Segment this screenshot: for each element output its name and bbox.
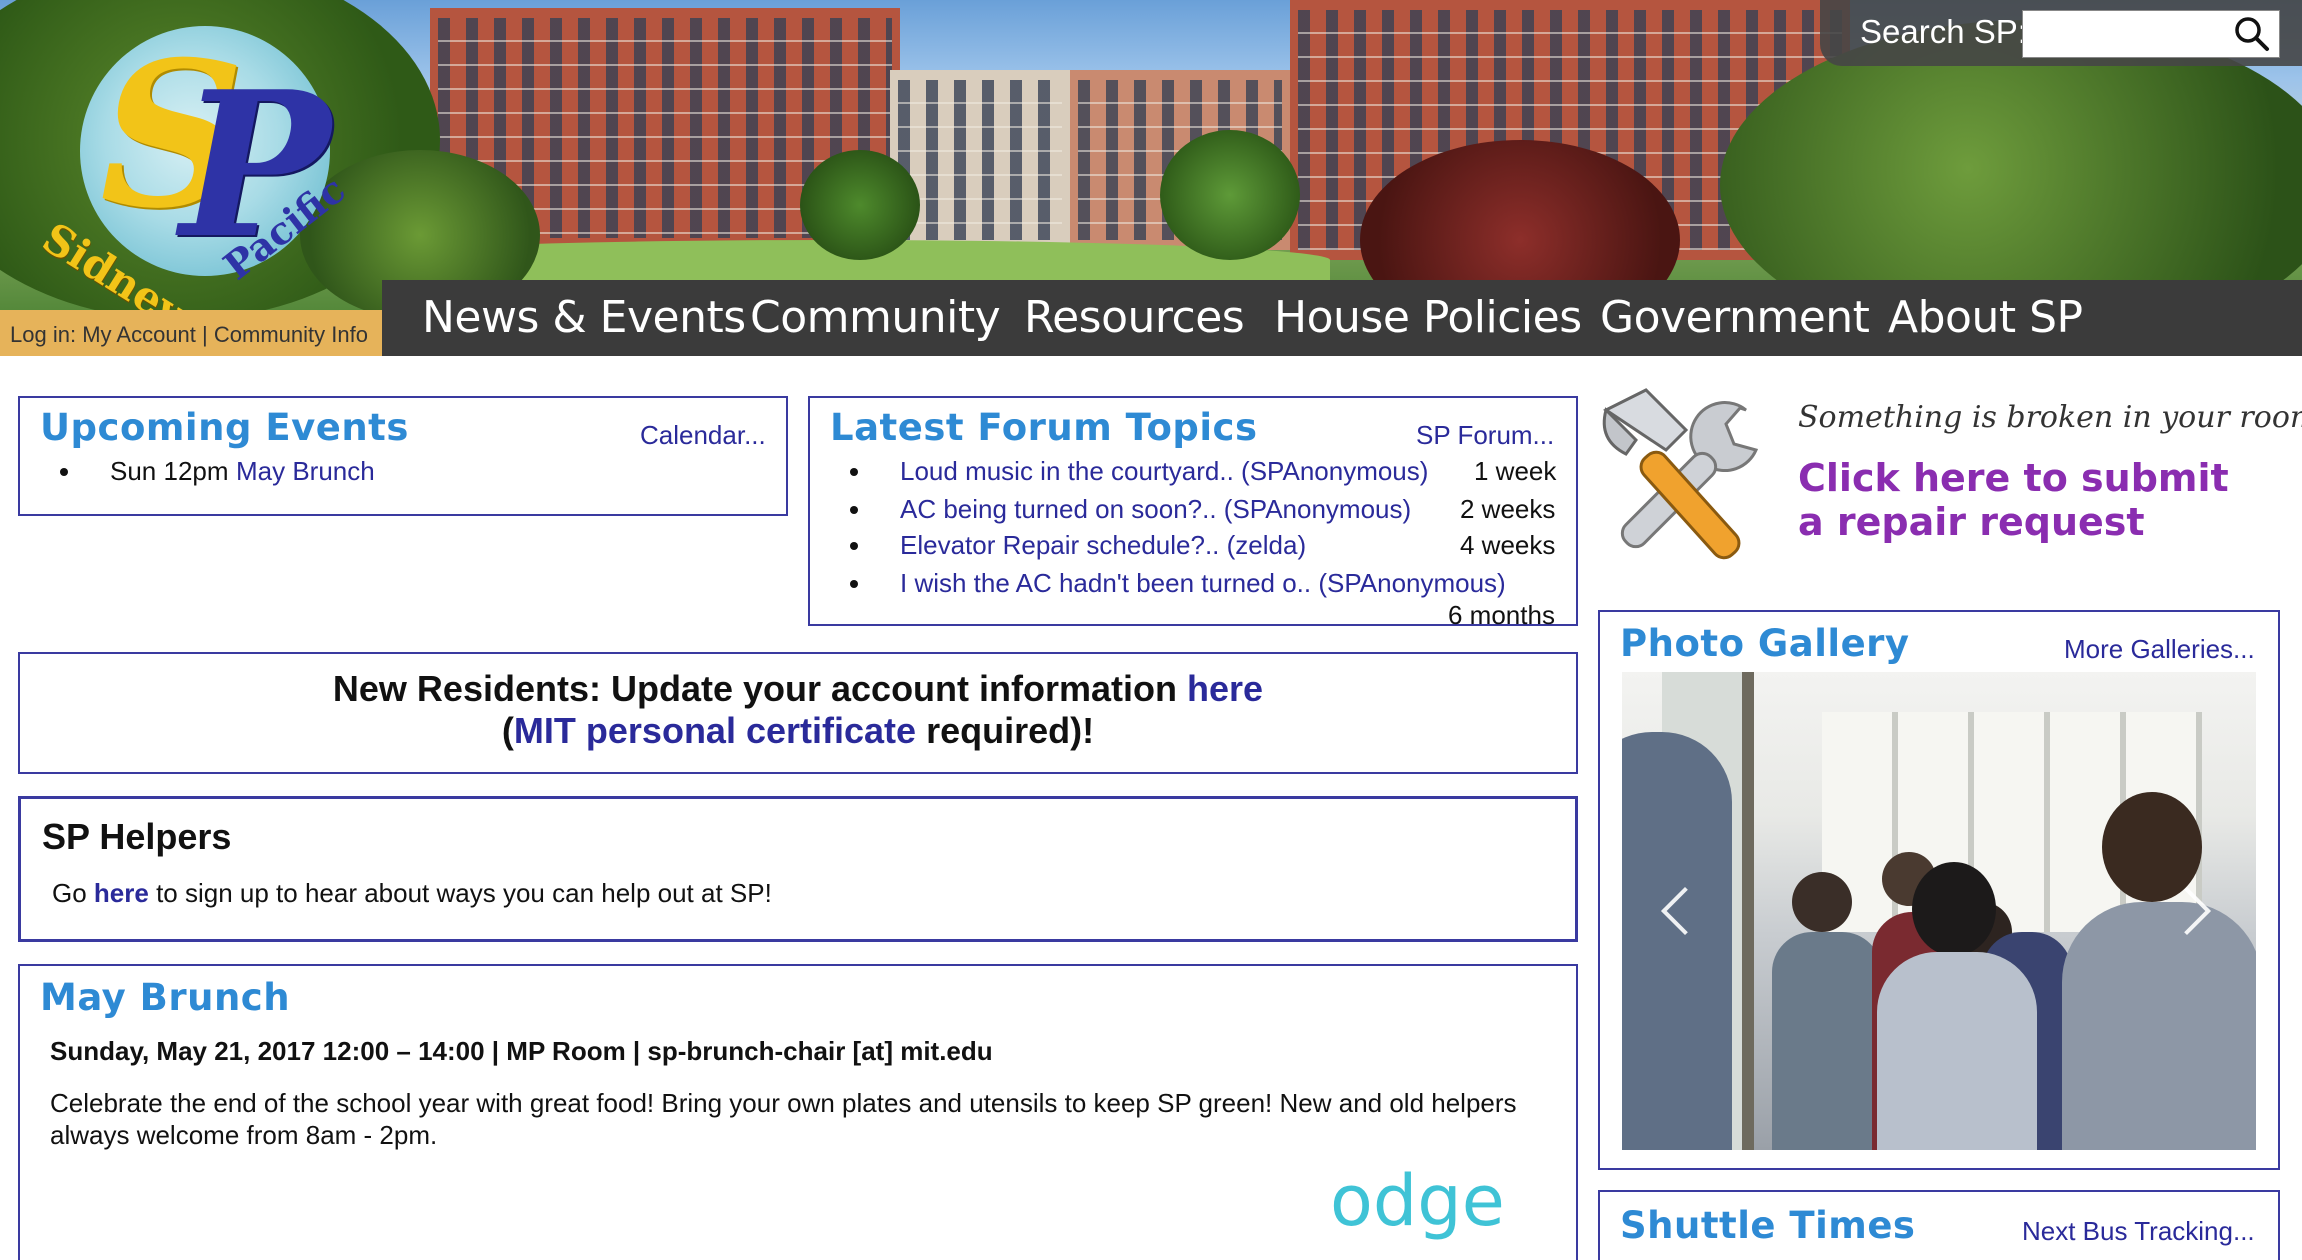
upcoming-events-title: Upcoming Events bbox=[40, 406, 409, 449]
nav-news-events[interactable]: News & Events bbox=[422, 292, 746, 343]
new-residents-line2: (MIT personal certificate required)! bbox=[18, 710, 1578, 752]
sp-helpers-signup-link[interactable]: here bbox=[94, 878, 149, 908]
nav-about-sp[interactable]: About SP bbox=[1888, 292, 2083, 343]
sp-helpers-suffix: to sign up to hear about ways you can he… bbox=[156, 878, 772, 908]
nav-community[interactable]: Community bbox=[750, 292, 1001, 343]
community-info-link[interactable]: Community Info bbox=[214, 322, 368, 347]
hammer-wrench-icon[interactable] bbox=[1596, 380, 1776, 570]
sp-helpers-title: SP Helpers bbox=[42, 816, 232, 857]
list-bullet bbox=[850, 542, 858, 550]
sp-helpers-text: Go here to sign up to hear about ways yo… bbox=[52, 878, 772, 909]
may-brunch-details: Sunday, May 21, 2017 12:00 – 14:00 | MP … bbox=[50, 1036, 993, 1066]
search-label: Search SP: bbox=[1860, 13, 2027, 50]
list-bullet bbox=[60, 468, 68, 476]
repair-line1[interactable]: Click here to submit bbox=[1798, 456, 2229, 500]
paren-open: ( bbox=[501, 710, 514, 751]
search-icon[interactable] bbox=[2230, 14, 2274, 54]
mit-certificate-link[interactable]: MIT personal certificate bbox=[514, 710, 916, 751]
banner-tree bbox=[800, 150, 920, 260]
forum-topic-link[interactable]: Loud music in the courtyard.. (SPAnonymo… bbox=[900, 456, 1428, 487]
banner-tree bbox=[1160, 130, 1300, 260]
login-separator: | bbox=[202, 322, 208, 347]
more-galleries-link[interactable]: More Galleries... bbox=[2064, 634, 2255, 665]
repair-line2[interactable]: a repair request bbox=[1798, 500, 2229, 544]
shuttle-times-title: Shuttle Times bbox=[1620, 1204, 1916, 1247]
search-bar: Search SP: bbox=[1820, 0, 2302, 66]
gallery-carousel-image[interactable] bbox=[1622, 672, 2256, 1150]
event-time: Sun 12pm bbox=[110, 456, 229, 486]
list-bullet bbox=[850, 506, 858, 514]
repair-question: Something is broken in your room? bbox=[1798, 400, 2302, 435]
list-bullet bbox=[850, 468, 858, 476]
new-residents-line1: New Residents: Update your account infor… bbox=[18, 668, 1578, 710]
login-label[interactable]: Log in: bbox=[10, 322, 76, 347]
sp-helpers-box bbox=[18, 796, 1578, 942]
forum-topics-title: Latest Forum Topics bbox=[830, 406, 1258, 449]
header-banner: S P Sidney Pacific Search SP: Log in: My… bbox=[0, 0, 2302, 356]
list-bullet bbox=[850, 580, 858, 588]
forum-topic-age: 4 weeks bbox=[1460, 530, 1556, 560]
forum-topic-age: 1 week bbox=[1474, 456, 1557, 486]
nav-house-policies[interactable]: House Policies bbox=[1274, 292, 1582, 343]
forum-topic-age: 2 weeks bbox=[1460, 494, 1556, 524]
banner-building bbox=[890, 70, 1070, 250]
my-account-link[interactable]: My Account bbox=[82, 322, 196, 347]
may-brunch-desc-line1: Celebrate the end of the school year wit… bbox=[50, 1088, 1517, 1118]
nav-resources[interactable]: Resources bbox=[1024, 292, 1245, 343]
sidney-pacific-logo[interactable]: S P Sidney Pacific bbox=[34, 8, 353, 338]
forum-topic-link[interactable]: Elevator Repair schedule?.. (zelda) bbox=[900, 530, 1306, 561]
calendar-link[interactable]: Calendar... bbox=[640, 420, 766, 451]
login-strip: Log in: My Account | Community Info bbox=[0, 310, 382, 356]
sp-helpers-prefix: Go bbox=[52, 878, 87, 908]
main-nav: News & Events Community Resources House … bbox=[382, 280, 2302, 356]
may-brunch-title[interactable]: May Brunch bbox=[40, 976, 290, 1019]
event-link-may-brunch[interactable]: May Brunch bbox=[236, 456, 375, 487]
may-brunch-image-text: odge bbox=[1330, 1160, 1505, 1242]
new-residents-text: New Residents: Update your account infor… bbox=[332, 668, 1178, 709]
nav-government[interactable]: Government bbox=[1600, 292, 1870, 343]
certificate-required-text: required)! bbox=[926, 710, 1095, 751]
may-brunch-desc-line2: always welcome from 8am - 2pm. bbox=[50, 1120, 438, 1150]
forum-topic-link[interactable]: I wish the AC hadn't been turned o.. (SP… bbox=[900, 568, 1506, 599]
forum-topic-age: 6 months bbox=[1448, 600, 1555, 630]
repair-request-link[interactable]: Click here to submit a repair request bbox=[1798, 456, 2229, 544]
update-account-link[interactable]: here bbox=[1187, 668, 1263, 709]
sp-forum-link[interactable]: SP Forum... bbox=[1416, 420, 1554, 451]
next-bus-tracking-link[interactable]: Next Bus Tracking... bbox=[2022, 1216, 2255, 1247]
forum-topic-link[interactable]: AC being turned on soon?.. (SPAnonymous) bbox=[900, 494, 1411, 525]
photo-gallery-title: Photo Gallery bbox=[1620, 622, 1910, 665]
